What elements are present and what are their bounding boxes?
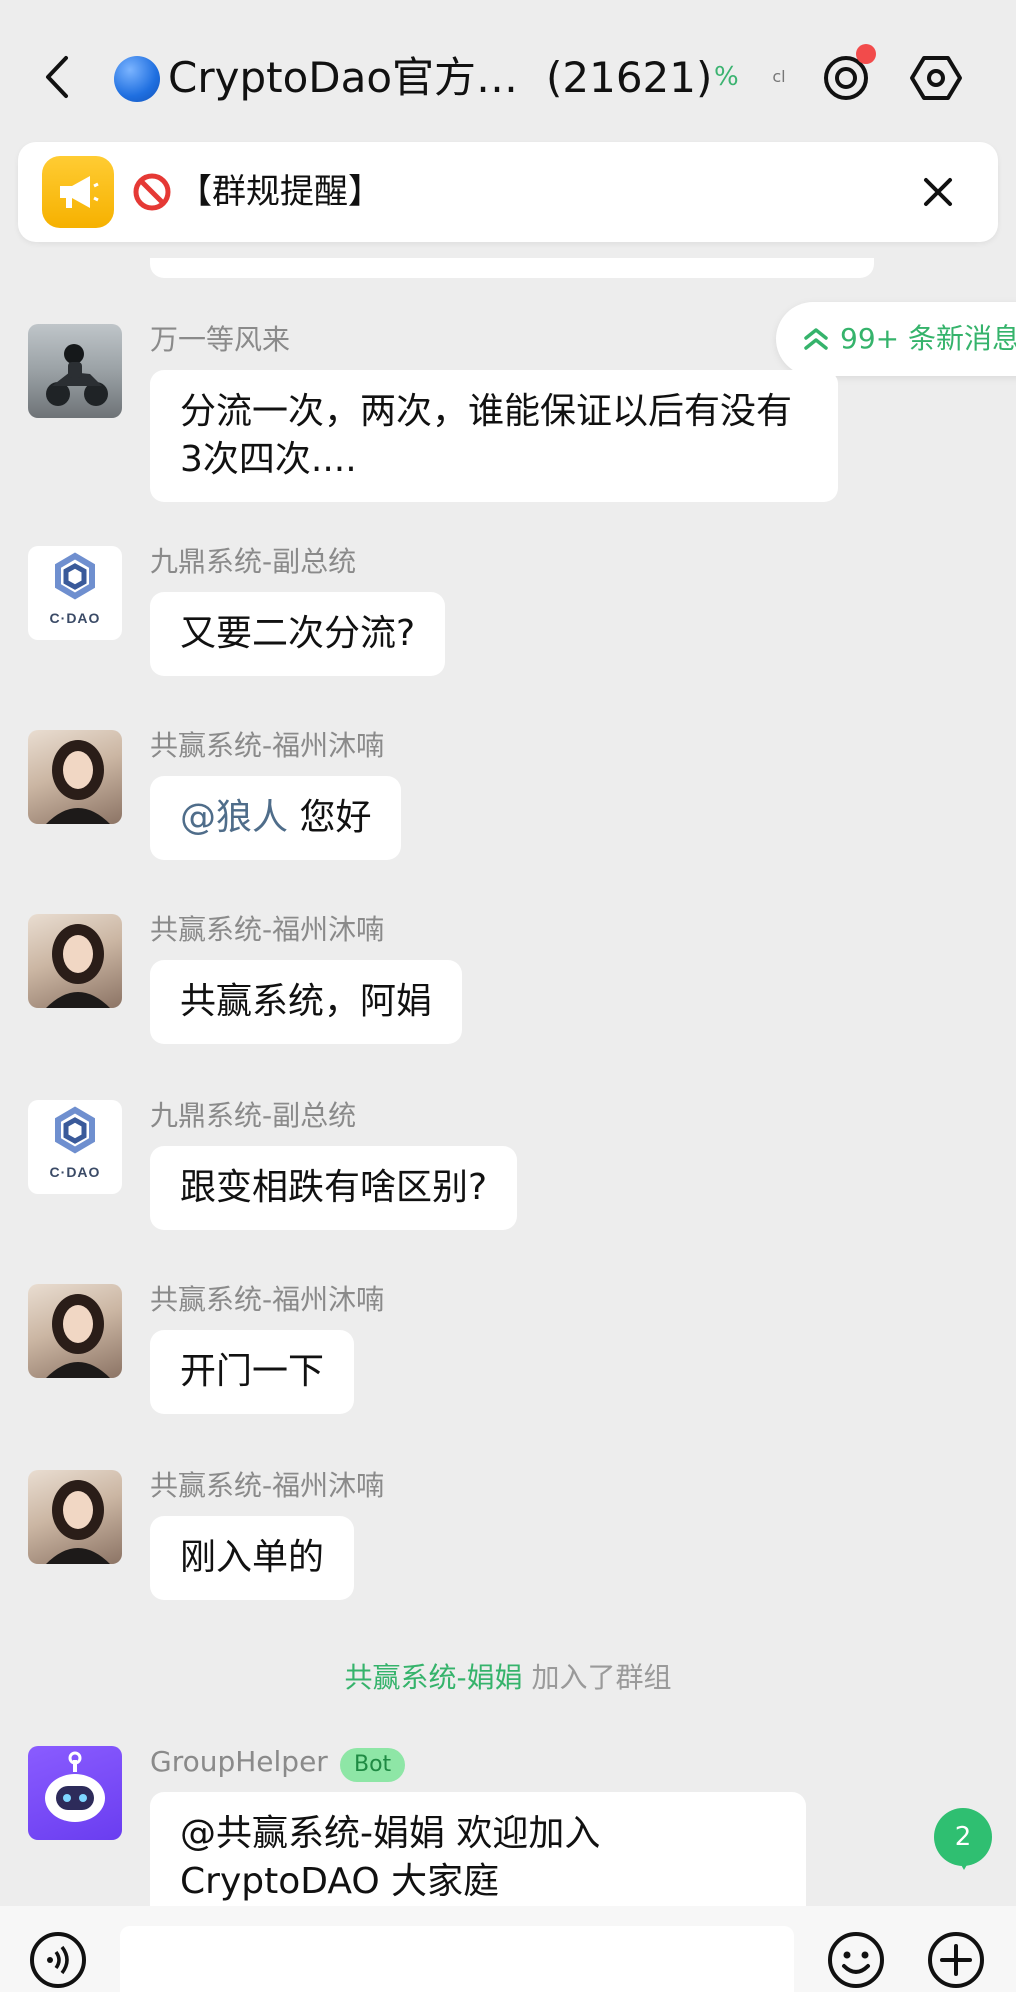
- chat-header: CryptoDao官方… (21621) % cl: [0, 0, 1016, 142]
- mention-link[interactable]: @狼人: [180, 797, 288, 838]
- prohibited-icon: [133, 173, 171, 211]
- member-count: (21621): [546, 53, 713, 102]
- smiley-icon: [828, 1932, 884, 1988]
- new-messages-button[interactable]: 99+ 条新消息: [776, 302, 1016, 376]
- pinned-notice[interactable]: 【群规提醒】: [18, 142, 998, 242]
- joined-user-name[interactable]: 共赢系统-娟娟: [344, 1661, 522, 1694]
- sender-name: 万一等风来: [150, 323, 291, 356]
- avatar[interactable]: [28, 1470, 122, 1564]
- chat-screen: CryptoDao官方… (21621) % cl 【群规提醒】 99+ 条新消…: [0, 0, 1016, 1992]
- robot-icon: [45, 1751, 105, 1822]
- group-settings-button[interactable]: [908, 50, 964, 106]
- hexagon-settings-icon: [910, 56, 962, 100]
- sender-name: GroupHelper: [150, 1745, 328, 1778]
- avatar-label: C·DAO: [49, 1164, 101, 1180]
- more-actions-button[interactable]: [926, 1930, 986, 1990]
- message-bubble[interactable]: @共赢系统-娟娟 欢迎加入 CryptoDAO 大家庭: [150, 1792, 806, 1924]
- close-notice-button[interactable]: [918, 172, 958, 212]
- avatar[interactable]: C·DAO: [28, 546, 122, 640]
- message-bubble[interactable]: 开门一下: [150, 1330, 355, 1414]
- message-text: 您好: [288, 797, 372, 838]
- sender-name: 共赢系统-福州沐喃: [150, 729, 385, 762]
- avatar[interactable]: [28, 1746, 122, 1840]
- sender-name: 共赢系统-福州沐喃: [150, 913, 385, 946]
- new-messages-label: 99+ 条新消息: [840, 322, 1016, 355]
- blue-circle-emoji-icon: [114, 56, 160, 102]
- sender-name: 共赢系统-福州沐喃: [150, 1469, 385, 1502]
- notification-dot: [856, 44, 876, 64]
- notice-text: 【群规提醒】: [178, 172, 382, 212]
- sender-name: 九鼎系统-副总统: [150, 545, 357, 578]
- group-title[interactable]: CryptoDao官方…: [168, 48, 518, 108]
- megaphone-icon: [42, 156, 114, 228]
- sender-name: 共赢系统-福州沐喃: [150, 1283, 385, 1316]
- mini-tag: cl: [772, 66, 786, 86]
- close-icon: [924, 178, 952, 206]
- mini-indicator: %: [714, 62, 739, 92]
- avatar-label: C·DAO: [49, 610, 101, 626]
- message-bubble[interactable]: 分流一次，两次，谁能保证以后有没有3次四次....: [150, 370, 838, 502]
- emoji-button[interactable]: [826, 1930, 886, 1990]
- unread-badge-tail: [956, 1856, 972, 1870]
- message-bubble[interactable]: 跟变相跌有啥区别?: [150, 1146, 518, 1230]
- avatar[interactable]: [28, 1284, 122, 1378]
- voice-icon: [30, 1932, 86, 1988]
- bot-badge: Bot: [340, 1748, 406, 1782]
- message-input[interactable]: [120, 1926, 794, 1992]
- avatar[interactable]: C·DAO: [28, 1100, 122, 1194]
- avatar[interactable]: [28, 914, 122, 1008]
- join-action-text: 加入了群组: [522, 1661, 672, 1694]
- plus-circle-icon: [928, 1932, 984, 1988]
- avatar[interactable]: [28, 324, 122, 418]
- message-bubble[interactable]: 刚入单的: [150, 1516, 355, 1600]
- avatar[interactable]: [28, 730, 122, 824]
- system-join-notice: 共赢系统-娟娟 加入了群组: [0, 1658, 1016, 1698]
- sender-name: 九鼎系统-副总统: [150, 1099, 357, 1132]
- voice-input-button[interactable]: [28, 1930, 88, 1990]
- input-bar: [0, 1906, 1016, 1992]
- back-button[interactable]: [38, 52, 78, 102]
- double-chevron-up-icon: [804, 328, 828, 350]
- previous-message-bubble-edge: [150, 258, 874, 278]
- message-bubble[interactable]: 又要二次分流?: [150, 592, 446, 676]
- message-bubble[interactable]: @狼人 您好: [150, 776, 402, 860]
- chevron-left-icon: [46, 56, 68, 98]
- message-bubble[interactable]: 共赢系统，阿娟: [150, 960, 463, 1044]
